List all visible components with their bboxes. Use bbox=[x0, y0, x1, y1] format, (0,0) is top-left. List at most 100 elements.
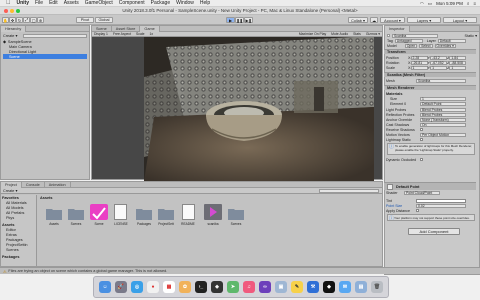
menu-edit[interactable]: Edit bbox=[49, 0, 58, 6]
folder-icon[interactable] bbox=[68, 207, 84, 220]
visual-studio-icon[interactable]: ∞ bbox=[259, 281, 271, 293]
rotation-y-field[interactable]: -67.052 bbox=[430, 60, 448, 65]
chrome-icon[interactable]: ● bbox=[147, 281, 159, 293]
mesh-field[interactable]: Scaniba bbox=[416, 78, 466, 83]
zoom-window-button[interactable] bbox=[16, 9, 20, 13]
cast-shadows-dropdown[interactable]: On bbox=[420, 122, 466, 127]
rotation-x-field[interactable]: -26.81 bbox=[410, 60, 428, 65]
project-search-input[interactable] bbox=[319, 188, 379, 193]
material-header[interactable]: Default Point bbox=[384, 182, 476, 190]
layer-dropdown[interactable]: Default bbox=[437, 38, 466, 43]
rect-tool-icon[interactable]: ▢ bbox=[30, 17, 37, 23]
search-icon[interactable]: ⌕ bbox=[467, 1, 470, 6]
lightmap-static-checkbox[interactable] bbox=[420, 138, 423, 141]
folder-icon[interactable] bbox=[228, 207, 244, 220]
transform-header[interactable]: Transform bbox=[384, 49, 476, 54]
mesh-filter-header[interactable]: Scaniba (Mesh Filter) bbox=[384, 72, 476, 77]
maximize-on-play-toggle[interactable]: Maximize On Play bbox=[299, 32, 326, 36]
menu-assets[interactable]: Assets bbox=[64, 0, 79, 6]
layout-dropdown[interactable]: Layout ▾ bbox=[443, 17, 477, 23]
calendar-icon[interactable]: ▦ bbox=[163, 281, 175, 293]
menu-list-icon[interactable]: ≡ bbox=[473, 1, 476, 6]
minimize-window-button[interactable] bbox=[10, 9, 14, 13]
mesh-renderer-header[interactable]: Mesh Renderer bbox=[384, 85, 476, 90]
dynamic-occluded-checkbox[interactable] bbox=[420, 158, 423, 161]
position-z-field[interactable]: 1.84 bbox=[449, 55, 467, 60]
unity-hub-icon[interactable]: ◈ bbox=[211, 281, 223, 293]
model-select-button[interactable]: Select bbox=[419, 43, 433, 48]
transform-tool-icon[interactable]: ⊕ bbox=[37, 17, 44, 23]
battery-icon[interactable]: ▭ bbox=[428, 1, 432, 7]
scale-y-field[interactable]: 1 bbox=[430, 65, 448, 70]
launchpad-icon[interactable]: 🚀 bbox=[115, 281, 127, 293]
object-name-field[interactable]: Scaniba bbox=[392, 33, 438, 38]
pause-button[interactable]: ❚❚ bbox=[235, 17, 244, 23]
menu-file[interactable]: File bbox=[35, 0, 43, 6]
menubar-clock[interactable]: Mon 5:09 PM bbox=[436, 1, 463, 6]
pivot-toggle[interactable]: Pivot bbox=[76, 17, 94, 23]
project-create-button[interactable]: Create ▾ bbox=[3, 188, 17, 193]
account-dropdown[interactable]: Account ▾ bbox=[380, 17, 405, 23]
collab-dropdown[interactable]: Collab ▾ bbox=[348, 17, 368, 23]
folder-icon[interactable] bbox=[136, 207, 152, 220]
hand-tool-icon[interactable]: ✋ bbox=[2, 17, 9, 23]
finder-icon[interactable]: ☺ bbox=[99, 281, 111, 293]
apple-icon[interactable]:  bbox=[6, 0, 11, 6]
hierarchy-item-scaniba[interactable]: Scene bbox=[3, 54, 87, 59]
scale-x-field[interactable]: 1 bbox=[410, 65, 428, 70]
cloud-icon[interactable]: ☁ bbox=[370, 17, 378, 23]
menu-component[interactable]: Component bbox=[119, 0, 145, 6]
hierarchy-search-input[interactable] bbox=[23, 33, 87, 38]
position-y-field[interactable]: -43.2 bbox=[430, 55, 448, 60]
point-cloud-render[interactable] bbox=[144, 37, 374, 181]
wifi-icon[interactable]: ◠ bbox=[420, 1, 424, 7]
model-asset-icon[interactable] bbox=[204, 204, 222, 220]
trash-icon[interactable]: 🗑 bbox=[371, 281, 383, 293]
folder-icon[interactable] bbox=[46, 207, 62, 220]
gizmos-dropdown[interactable]: Gizmos ▾ bbox=[366, 32, 380, 36]
move-tool-icon[interactable]: ✥ bbox=[9, 17, 16, 23]
scale-z-field[interactable]: 1 bbox=[449, 65, 467, 70]
document-icon[interactable] bbox=[182, 204, 195, 220]
menu-unity[interactable]: Unity bbox=[17, 0, 30, 6]
light-probes-dropdown[interactable]: Blend Probes bbox=[420, 107, 466, 112]
menu-help[interactable]: Help bbox=[200, 0, 210, 6]
music-icon[interactable]: ♫ bbox=[243, 281, 255, 293]
notes-icon[interactable]: ✎ bbox=[291, 281, 303, 293]
rotation-z-field[interactable]: -88.508 bbox=[449, 60, 467, 65]
files-icon[interactable]: ▤ bbox=[355, 281, 367, 293]
xcode-icon[interactable]: ⚒ bbox=[307, 281, 319, 293]
model-overrides-dropdown[interactable]: Overrides ▾ bbox=[434, 43, 456, 48]
point-size-field[interactable]: 0.02 bbox=[416, 203, 466, 208]
model-open-button[interactable]: Open bbox=[404, 43, 418, 48]
tint-color-swatch[interactable] bbox=[416, 198, 466, 203]
tab-inspector[interactable]: Inspector bbox=[385, 26, 410, 32]
menu-package[interactable]: Package bbox=[151, 0, 170, 6]
play-button[interactable]: ▶ bbox=[226, 17, 235, 23]
scene-asset-icon[interactable] bbox=[90, 204, 108, 220]
scale-tool-icon[interactable]: ⤢ bbox=[23, 17, 30, 23]
terminal-icon[interactable]: ›_ bbox=[195, 281, 207, 293]
menu-gameobject[interactable]: GameObject bbox=[85, 0, 113, 6]
preview-icon[interactable]: ▣ bbox=[275, 281, 287, 293]
mail-icon[interactable]: ✉ bbox=[339, 281, 351, 293]
hierarchy-create-button[interactable]: Create ▾ bbox=[3, 33, 87, 38]
document-icon[interactable] bbox=[114, 204, 127, 220]
stats-toggle[interactable]: Stats bbox=[353, 32, 361, 36]
add-component-button[interactable]: Add Component bbox=[408, 228, 460, 235]
step-button[interactable]: ▶❚ bbox=[244, 17, 253, 23]
position-x-field[interactable]: 2.28 bbox=[410, 55, 428, 60]
layers-dropdown[interactable]: Layers ▾ bbox=[407, 17, 441, 23]
maps-icon[interactable]: ➤ bbox=[227, 281, 239, 293]
mute-audio-toggle[interactable]: Mute Audio bbox=[331, 32, 348, 36]
element-field[interactable]: Default Point bbox=[420, 101, 466, 106]
photos-icon[interactable]: ✿ bbox=[179, 281, 191, 293]
safari-icon[interactable]: ◎ bbox=[131, 281, 143, 293]
scale-value[interactable]: 1x bbox=[150, 32, 154, 36]
menu-window[interactable]: Window bbox=[176, 0, 194, 6]
size-field[interactable]: 1 bbox=[420, 96, 466, 101]
rotate-tool-icon[interactable]: ↻ bbox=[16, 17, 23, 23]
anchor-override-field[interactable]: None (Transform) bbox=[420, 117, 466, 122]
sidebar-item-scenes[interactable]: Scenes bbox=[6, 247, 36, 252]
project-breadcrumb[interactable]: Assets bbox=[40, 195, 100, 200]
